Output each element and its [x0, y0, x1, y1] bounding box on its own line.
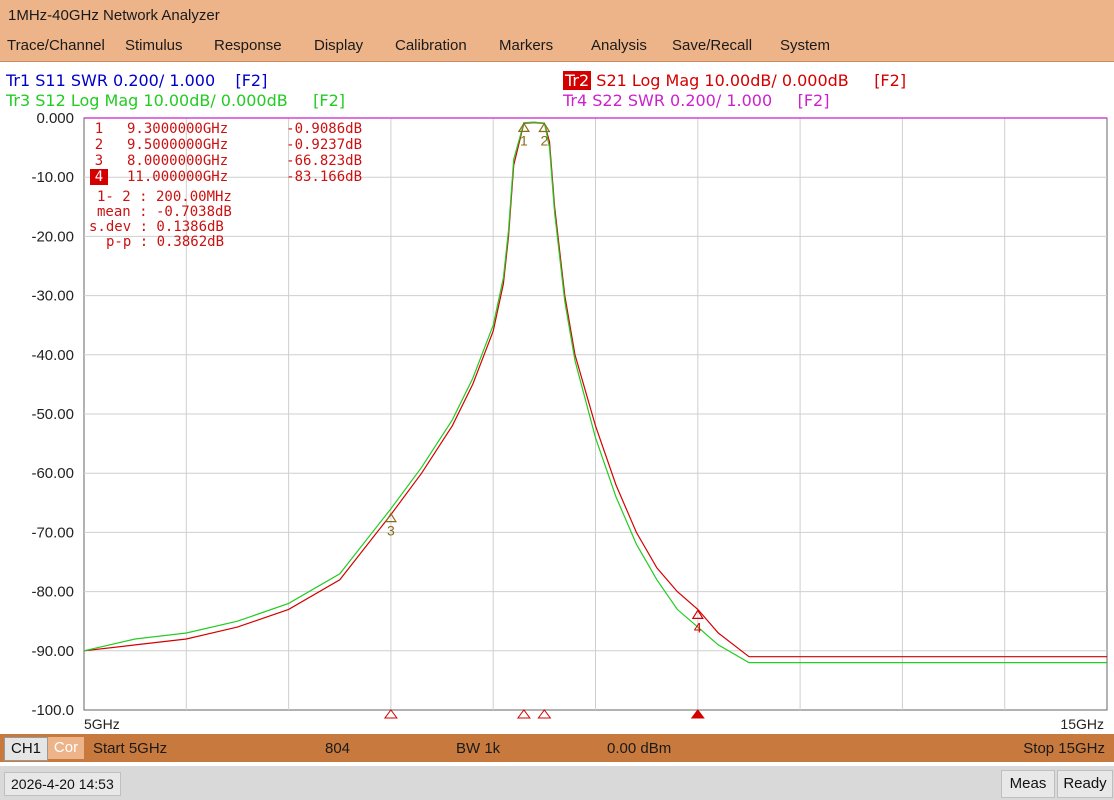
- y-tick-label: -20.00: [31, 228, 74, 245]
- tr2-label: S21 Log Mag 10.00dB/ 0.000dB: [596, 71, 849, 90]
- channel-button[interactable]: CH1: [4, 737, 48, 761]
- marker-2-freq: 9.5000000GHz: [127, 137, 228, 153]
- tr2-active-tag: Tr2: [563, 71, 592, 90]
- menu-stimulus[interactable]: Stimulus: [125, 37, 183, 54]
- y-tick-label: -10.00: [31, 169, 74, 186]
- stop-frequency[interactable]: Stop 15GHz: [1023, 740, 1105, 757]
- sweep-points[interactable]: 804: [325, 740, 350, 757]
- x-stop-label: 15GHz: [1060, 716, 1104, 732]
- y-tick-label: -90.00: [31, 643, 74, 660]
- ready-indicator: Ready: [1057, 770, 1113, 798]
- y-tick-labels: 0.000 -10.00 -20.00 -30.00 -40.00 -50.00 -60.0…: [31, 110, 74, 719]
- marker-3-value: -66.823dB: [286, 153, 362, 169]
- menu-display[interactable]: Display: [314, 37, 363, 54]
- tr1-ref: [F2]: [235, 71, 268, 90]
- marker-4-label: 4: [694, 619, 702, 635]
- date-time: 2026-4-20 14:53: [4, 772, 121, 796]
- y-tick-label: -70.00: [31, 524, 74, 541]
- marker-3-axis-glyph: [383, 709, 398, 719]
- title-bar: 1MHz-40GHz Network Analyzer: [0, 0, 1114, 31]
- menu-system[interactable]: System: [780, 37, 830, 54]
- marker-2-value: -0.9237dB: [286, 137, 362, 153]
- marker-3-num: 3: [95, 153, 103, 169]
- correction-indicator[interactable]: Cor: [48, 737, 84, 759]
- marker-4-value: -83.166dB: [286, 169, 362, 185]
- measurement-plot[interactable]: 0.000 -10.00 -20.00 -30.00 -40.00 -50.00 -60.0…: [0, 108, 1114, 732]
- stat-sdev: s.dev : 0.1386dB: [89, 219, 224, 235]
- x-start-label: 5GHz: [84, 716, 120, 732]
- tr1-label: Tr1 S11 SWR 0.200/ 1.000: [6, 71, 216, 90]
- stat-mean: mean : -0.7038dB: [97, 204, 232, 220]
- channel-status-bar: CH1 Cor Start 5GHz 804 BW 1k 0.00 dBm St…: [0, 734, 1114, 762]
- bottom-bar: 2026-4-20 14:53 Meas Ready: [0, 766, 1114, 800]
- marker-1-axis-glyph: [516, 709, 531, 719]
- y-tick-label: -100.0: [31, 702, 74, 719]
- menu-calibration[interactable]: Calibration: [395, 37, 467, 54]
- y-tick-label: -50.00: [31, 406, 74, 423]
- trace-header-tr1[interactable]: Tr1 S11 SWR 0.200/ 1.000 [F2]: [6, 71, 267, 90]
- marker-2-axis-glyph: [537, 709, 552, 719]
- marker-1-label: 1: [520, 132, 528, 148]
- y-tick-label: -30.00: [31, 288, 74, 305]
- y-tick-label: 0.000: [36, 110, 74, 127]
- menu-analysis[interactable]: Analysis: [591, 37, 647, 54]
- marker-3-freq: 8.0000000GHz: [127, 153, 228, 169]
- meas-indicator[interactable]: Meas: [1001, 770, 1055, 798]
- marker-2-num: 2: [95, 137, 103, 153]
- trace-header-tr2[interactable]: Tr2 S21 Log Mag 10.00dB/ 0.000dB [F2]: [563, 71, 906, 90]
- menu-trace-channel[interactable]: Trace/Channel: [7, 37, 105, 54]
- menu-markers[interactable]: Markers: [499, 37, 553, 54]
- menu-save-recall[interactable]: Save/Recall: [672, 37, 752, 54]
- window-title: 1MHz-40GHz Network Analyzer: [8, 7, 220, 24]
- marker-4-axis-glyph: [690, 709, 705, 719]
- marker-2-label: 2: [540, 132, 548, 148]
- marker-4-freq: 11.000000GHz: [127, 169, 228, 185]
- tr2-ref: [F2]: [874, 71, 907, 90]
- marker-4-num: 4: [95, 169, 103, 185]
- start-frequency[interactable]: Start 5GHz: [93, 740, 167, 757]
- source-power[interactable]: 0.00 dBm: [607, 740, 671, 757]
- y-tick-label: -60.00: [31, 465, 74, 482]
- stat-pp: p-p : 0.3862dB: [106, 234, 224, 250]
- marker-3-label: 3: [387, 523, 395, 539]
- menu-response[interactable]: Response: [214, 37, 282, 54]
- marker-1-num: 1: [95, 121, 103, 137]
- y-tick-label: -40.00: [31, 347, 74, 364]
- marker-1-value: -0.9086dB: [286, 121, 362, 137]
- menu-bar: Trace/Channel Stimulus Response Display …: [0, 31, 1114, 62]
- marker-1-freq: 9.3000000GHz: [127, 121, 228, 137]
- y-tick-label: -80.00: [31, 584, 74, 601]
- stat-span: 1- 2 : 200.00MHz: [97, 189, 232, 205]
- if-bandwidth[interactable]: BW 1k: [456, 740, 500, 757]
